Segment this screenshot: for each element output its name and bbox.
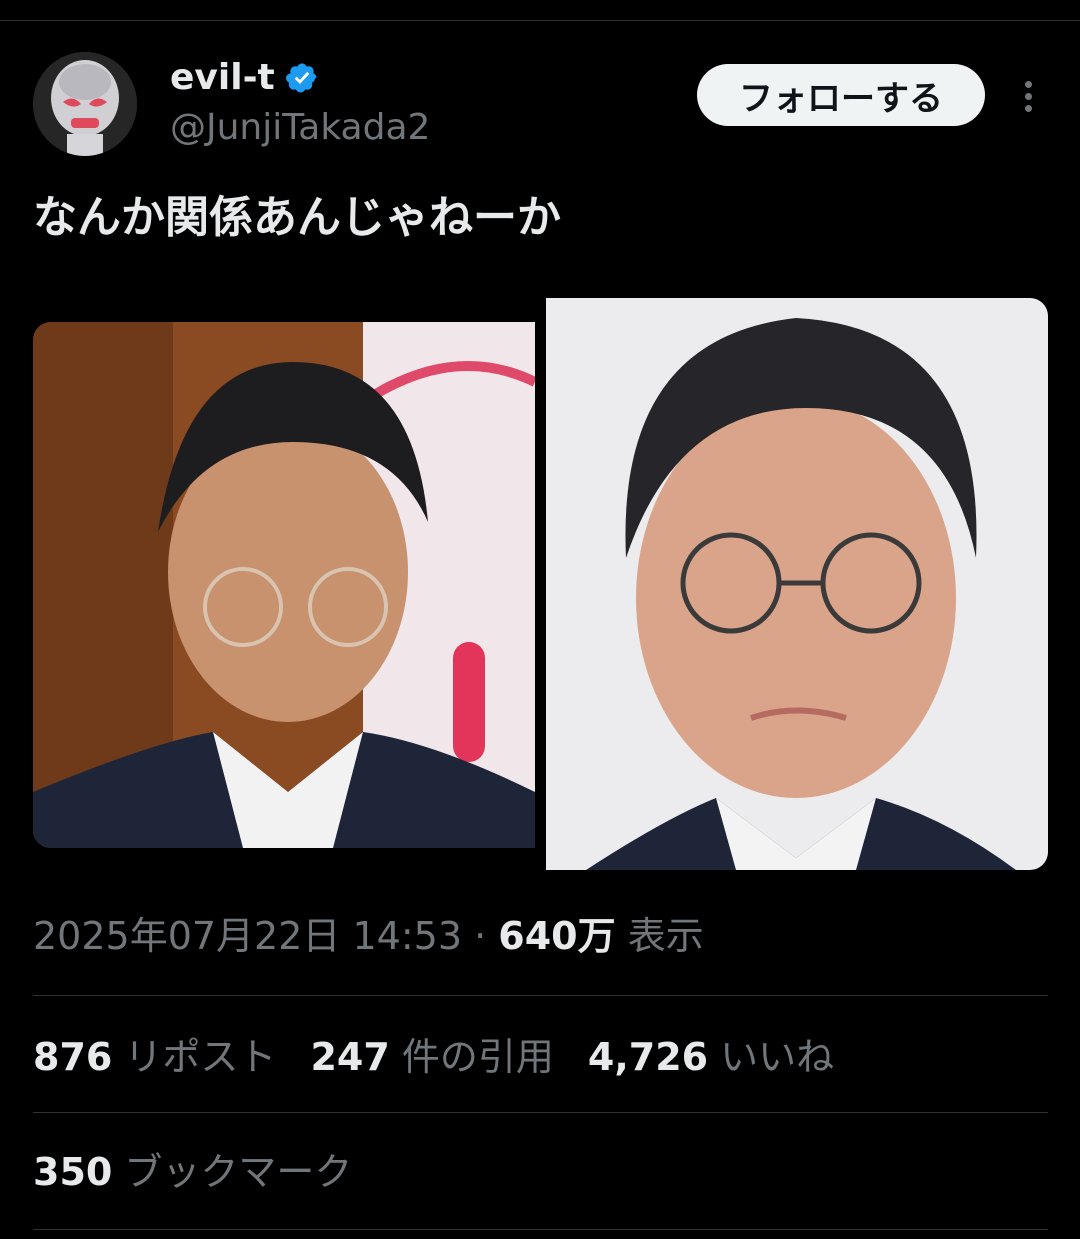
quotes-count: 247: [310, 1035, 390, 1079]
display-name[interactable]: evil-t: [170, 58, 275, 98]
tweet-meta: 2025年07月22日 14:53 · 640万 表示: [33, 912, 704, 960]
top-divider: [0, 20, 1080, 21]
tweet-photo-left[interactable]: [33, 322, 535, 848]
views-label: 表示: [627, 914, 704, 958]
tweet-header: evil-t @JunjiTakada2 フォローする: [33, 52, 1048, 162]
reposts-label: リポスト: [124, 1035, 277, 1079]
tweet-photo-right[interactable]: [546, 298, 1048, 870]
timestamp[interactable]: 2025年07月22日 14:53: [33, 914, 462, 958]
likes-count: 4,726: [587, 1035, 709, 1079]
likes-label: いいね: [720, 1035, 835, 1079]
divider: [33, 995, 1048, 996]
meta-separator: ·: [474, 914, 487, 958]
handle[interactable]: @JunjiTakada2: [170, 108, 430, 148]
name-row: evil-t: [170, 58, 319, 98]
follow-button[interactable]: フォローする: [697, 64, 985, 126]
avatar[interactable]: [33, 52, 137, 156]
quotes-label: 件の引用: [401, 1035, 554, 1079]
bookmarks-count: 350: [33, 1150, 113, 1194]
bookmarks-label: ブックマーク: [124, 1150, 353, 1194]
divider: [33, 1112, 1048, 1113]
views-count: 640万: [498, 914, 616, 958]
engagement-stats: 876 リポスト 247 件の引用 4,726 いいね: [33, 1033, 834, 1081]
likes-stat[interactable]: 4,726 いいね: [588, 1033, 834, 1081]
verified-badge-icon: [285, 61, 319, 95]
reposts-stat[interactable]: 876 リポスト: [33, 1033, 276, 1081]
divider: [33, 1229, 1048, 1230]
tweet-text: なんか関係あんじゃねーか: [33, 192, 561, 243]
quotes-stat[interactable]: 247 件の引用: [310, 1033, 553, 1081]
reposts-count: 876: [33, 1035, 113, 1079]
bookmarks-stat[interactable]: 350 ブックマーク: [33, 1148, 352, 1196]
more-options-icon[interactable]: [1013, 76, 1043, 116]
